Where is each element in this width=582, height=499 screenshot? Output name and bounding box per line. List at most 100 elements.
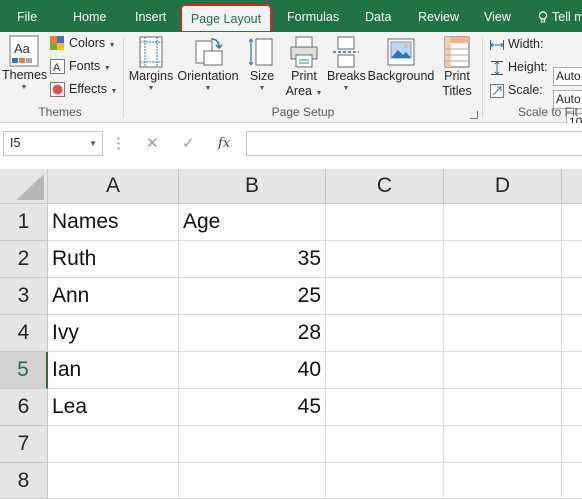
column-header-c[interactable]: C xyxy=(326,169,444,204)
cell-e5[interactable] xyxy=(562,352,582,389)
ribbon: Aa Themes ▼ Colors ▼ A Fonts ▼ Effects ▼… xyxy=(0,32,582,132)
select-all-corner[interactable] xyxy=(0,169,48,204)
cell-e4[interactable] xyxy=(562,315,582,352)
chevron-down-icon: ▼ xyxy=(110,88,118,95)
column-header-d[interactable]: D xyxy=(444,169,562,204)
scale-icon xyxy=(490,83,504,98)
colors-button[interactable]: Colors ▼ xyxy=(50,36,116,51)
print-titles-button[interactable]: Print Titles xyxy=(438,35,476,99)
print-area-button[interactable]: Print Area ▼ xyxy=(284,35,324,101)
row-header-2[interactable]: 2 xyxy=(0,241,48,278)
row-header-7[interactable]: 7 xyxy=(0,426,48,463)
cell-d6[interactable] xyxy=(444,389,562,426)
cell-d2[interactable] xyxy=(444,241,562,278)
cell-b3[interactable]: 25 xyxy=(179,278,326,315)
enter-check-icon[interactable]: ✓ xyxy=(182,131,195,156)
cell-a8[interactable] xyxy=(48,463,179,499)
column-header-b[interactable]: B xyxy=(179,169,326,204)
cell-c6[interactable] xyxy=(326,389,444,426)
tab-page-layout[interactable]: Page Layout xyxy=(180,4,272,31)
tab-file[interactable]: File xyxy=(17,0,37,32)
scale-control: Scale: xyxy=(490,83,543,98)
tab-view[interactable]: View xyxy=(484,0,511,32)
cell-b6[interactable]: 45 xyxy=(179,389,326,426)
cell-a2[interactable]: Ruth xyxy=(48,241,179,278)
svg-text:A: A xyxy=(53,62,61,74)
width-select[interactable]: Auto xyxy=(553,67,582,86)
chevron-down-icon: ▼ xyxy=(147,85,155,92)
cell-c1[interactable] xyxy=(326,204,444,241)
effects-button[interactable]: Effects ▼ xyxy=(50,82,118,98)
cell-e6[interactable] xyxy=(562,389,582,426)
cell-e3[interactable] xyxy=(562,278,582,315)
cell-b8[interactable] xyxy=(179,463,326,499)
tell-me-box[interactable]: Tell m xyxy=(538,0,582,32)
scale-to-fit-group-label: Scale to Fit xyxy=(517,105,579,119)
cell-b2[interactable]: 35 xyxy=(179,241,326,278)
cell-c3[interactable] xyxy=(326,278,444,315)
tab-review[interactable]: Review xyxy=(418,0,459,32)
cell-c8[interactable] xyxy=(326,463,444,499)
cell-d3[interactable] xyxy=(444,278,562,315)
cell-c2[interactable] xyxy=(326,241,444,278)
themes-group-label: Themes xyxy=(38,105,82,119)
chevron-down-icon[interactable]: ▼ xyxy=(89,132,97,155)
cell-d7[interactable] xyxy=(444,426,562,463)
tab-data[interactable]: Data xyxy=(365,0,391,32)
cell-e2[interactable] xyxy=(562,241,582,278)
background-button[interactable]: Background xyxy=(367,35,435,84)
row-header-5[interactable]: 5 xyxy=(0,352,48,389)
formula-buttons: ✕ ✓ fx xyxy=(130,131,242,156)
cell-b5[interactable]: 40 xyxy=(179,352,326,389)
formula-bar: I5 ▼ ✕ ✓ fx xyxy=(0,123,582,169)
cell-e8[interactable] xyxy=(562,463,582,499)
cell-d5[interactable] xyxy=(444,352,562,389)
cell-a1[interactable]: Names xyxy=(48,204,179,241)
cancel-x-icon[interactable]: ✕ xyxy=(146,131,159,156)
cell-b4[interactable]: 28 xyxy=(179,315,326,352)
cell-a4[interactable]: Ivy xyxy=(48,315,179,352)
cell-e1[interactable] xyxy=(562,204,582,241)
fonts-icon: A xyxy=(50,59,65,75)
breaks-button[interactable]: Breaks ▼ xyxy=(327,35,366,93)
orientation-button[interactable]: Orientation ▼ xyxy=(176,35,240,93)
tab-home[interactable]: Home xyxy=(73,0,106,32)
row-header-1[interactable]: 1 xyxy=(0,204,48,241)
formula-input[interactable] xyxy=(246,131,582,156)
cell-a3[interactable]: Ann xyxy=(48,278,179,315)
themes-label: Themes xyxy=(2,68,48,82)
formula-bar-grip[interactable] xyxy=(117,136,120,152)
page-setup-dialog-launcher-icon[interactable] xyxy=(470,111,478,119)
cell-a5[interactable]: Ian xyxy=(48,352,179,389)
cell-a7[interactable] xyxy=(48,426,179,463)
cell-e7[interactable] xyxy=(562,426,582,463)
cell-b7[interactable] xyxy=(179,426,326,463)
margins-button[interactable]: Margins ▼ xyxy=(128,35,174,93)
insert-function-icon[interactable]: fx xyxy=(218,131,230,156)
cell-c4[interactable] xyxy=(326,315,444,352)
fonts-button[interactable]: A Fonts ▼ xyxy=(50,59,111,75)
effects-label: Effects xyxy=(69,82,107,96)
row-header-3[interactable]: 3 xyxy=(0,278,48,315)
cell-c7[interactable] xyxy=(326,426,444,463)
size-button[interactable]: Size ▼ xyxy=(246,35,278,93)
column-header-a[interactable]: A xyxy=(48,169,179,204)
lightbulb-icon xyxy=(538,11,548,23)
chevron-down-icon: ▼ xyxy=(103,65,111,72)
row-header-4[interactable]: 4 xyxy=(0,315,48,352)
name-box[interactable]: I5 ▼ xyxy=(3,131,103,156)
tab-insert[interactable]: Insert xyxy=(135,0,166,32)
cell-b1[interactable]: Age xyxy=(179,204,326,241)
row-header-6[interactable]: 6 xyxy=(0,389,48,426)
cell-d1[interactable] xyxy=(444,204,562,241)
column-header-partial[interactable] xyxy=(562,169,582,204)
cell-d4[interactable] xyxy=(444,315,562,352)
row-header-8[interactable]: 8 xyxy=(0,463,48,499)
cell-d8[interactable] xyxy=(444,463,562,499)
tab-formulas[interactable]: Formulas xyxy=(287,0,339,32)
cell-a6[interactable]: Lea xyxy=(48,389,179,426)
cell-c5[interactable] xyxy=(326,352,444,389)
themes-button[interactable]: Aa Themes ▼ xyxy=(2,34,48,92)
colors-label: Colors xyxy=(69,36,106,50)
effects-icon xyxy=(50,82,65,98)
